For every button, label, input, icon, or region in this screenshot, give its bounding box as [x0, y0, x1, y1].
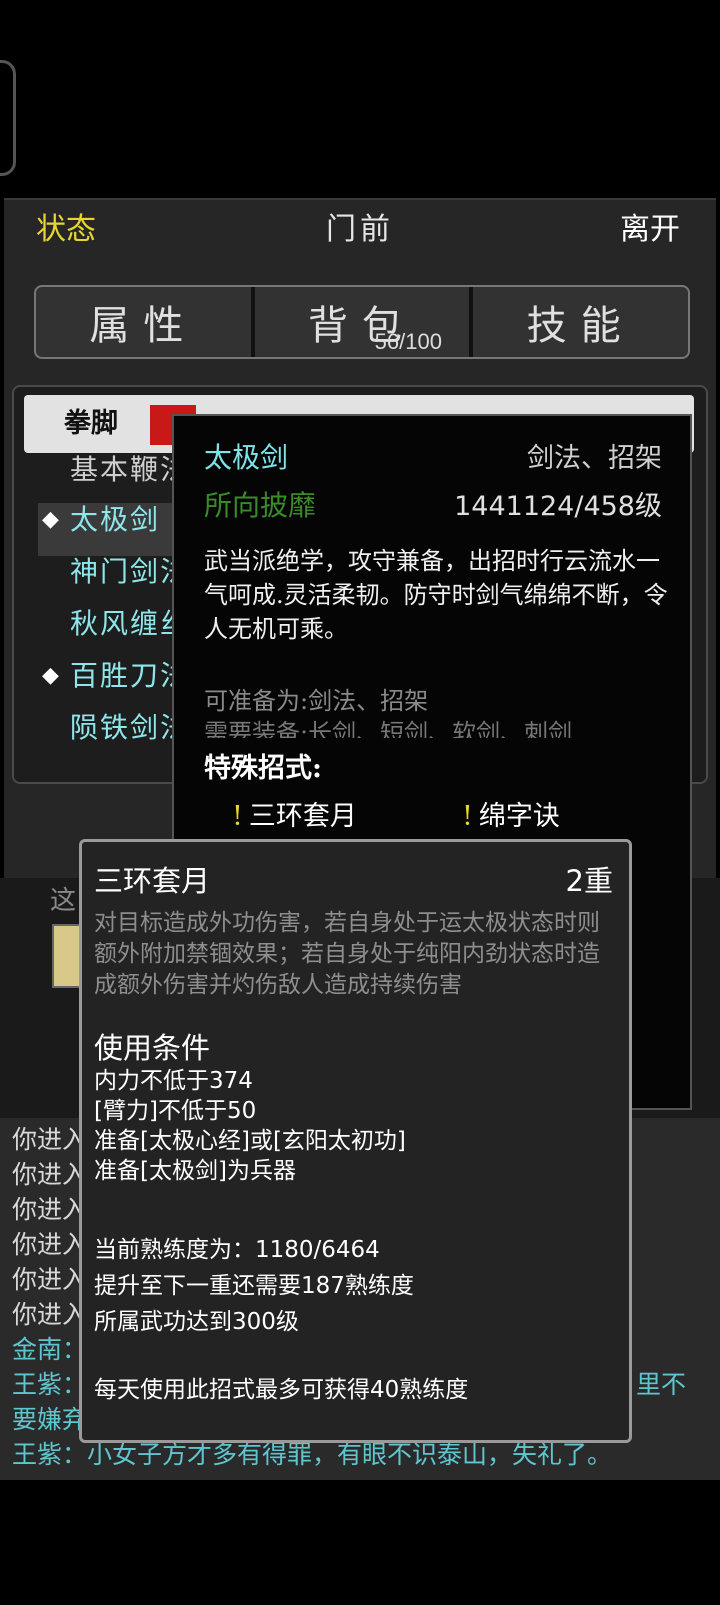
- move-name: 三环套月: [94, 864, 211, 898]
- condition-item: [臂力]不低于50: [94, 1098, 257, 1124]
- proficiency-text: 当前熟练度为：1180/6464: [94, 1237, 380, 1263]
- condition-item: 准备[太极心经]或[玄阳太初功]: [94, 1128, 406, 1154]
- skill-requires: 需要装备:长剑、短剑、软剑、刺剑: [204, 719, 573, 738]
- leave-button[interactable]: 离开: [620, 205, 680, 255]
- chat-line-tail: 里不: [636, 1370, 687, 1399]
- tab-bar: 属性 背包 56/100 技能: [34, 285, 690, 359]
- tab-skills-label: 技能: [526, 303, 635, 349]
- move-rank: 2重: [565, 864, 613, 898]
- tab-backpack[interactable]: 背包 56/100: [250, 287, 470, 357]
- skill-type: 剑法、招架: [527, 443, 662, 474]
- move-progress: 当前熟练度为：1180/6464 提升至下一重还需要187熟练度 所属武功达到3…: [94, 1232, 414, 1340]
- chat-line: 王紫：: [12, 1370, 88, 1399]
- skill-equip-as: 可准备为:剑法、招架: [204, 687, 429, 715]
- category-fist[interactable]: 拳脚: [64, 402, 118, 446]
- chat-line: 你进入: [12, 1300, 88, 1329]
- move-description: 对目标造成外功伤害，若自身处于运太极状态时则额外附加禁锢效果；若自身处于纯阳内劲…: [94, 910, 600, 998]
- special-moves-header: 特殊招式:: [204, 753, 322, 784]
- chat-line: 你进入: [12, 1230, 88, 1259]
- chat-line: 你进入: [12, 1160, 88, 1189]
- level-req-text: 所属武功达到300级: [94, 1309, 299, 1335]
- condition-item: 内力不低于374: [94, 1068, 253, 1094]
- next-rank-text: 提升至下一重还需要187熟练度: [94, 1273, 414, 1299]
- chat-line: 你进入: [12, 1265, 88, 1294]
- location-title: 门前: [326, 212, 394, 247]
- selected-diamond-icon: ◆: [42, 507, 59, 532]
- special-move-label: 绵字诀: [478, 801, 560, 832]
- chat-line: 你进入: [12, 1195, 88, 1224]
- condition-item: 准备[太极剑]为兵器: [94, 1158, 296, 1184]
- skill-row-taiji-sword[interactable]: 太极剑: [70, 498, 160, 542]
- tab-attributes[interactable]: 属性: [36, 287, 251, 357]
- marked-diamond-icon: ◆: [42, 663, 59, 688]
- exclaim-icon: !: [232, 801, 243, 832]
- edge-notch: [0, 60, 16, 176]
- tab-attributes-label: 属性: [89, 303, 198, 349]
- chat-line: 要嫌弃: [12, 1405, 88, 1434]
- special-move-sanhuan[interactable]: ! 三环套月: [232, 794, 357, 833]
- exclaim-icon: !: [462, 801, 473, 832]
- daily-limit-text: 每天使用此招式最多可获得40熟练度: [94, 1377, 469, 1403]
- backpack-count: 56/100: [374, 329, 442, 354]
- skill-name: 太极剑: [204, 441, 289, 474]
- chat-line: 金南：: [12, 1335, 88, 1364]
- tab-skills[interactable]: 技能: [469, 287, 688, 357]
- special-move-mianzi[interactable]: ! 绵字诀: [462, 794, 560, 833]
- special-move-label: 三环套月: [248, 801, 357, 832]
- scene-text: 这: [50, 886, 77, 916]
- conditions-header: 使用条件: [94, 1031, 211, 1065]
- chat-line: 你进入: [12, 1125, 88, 1154]
- skill-title: 所向披靡: [204, 489, 317, 522]
- conditions-list: 内力不低于374 [臂力]不低于50 准备[太极心经]或[玄阳太初功] 准备[太…: [94, 1066, 406, 1186]
- skill-description: 武当派绝学，攻守兼备，出招时行云流水一气呵成.灵活柔韧。防守时剑气绵绵不断，令人…: [204, 547, 668, 643]
- skill-level: 1441124/458级: [454, 491, 662, 522]
- move-detail-popup: 三环套月 2重 对目标造成外功伤害，若自身处于运太极状态时则额外附加禁锢效果；若…: [79, 839, 632, 1443]
